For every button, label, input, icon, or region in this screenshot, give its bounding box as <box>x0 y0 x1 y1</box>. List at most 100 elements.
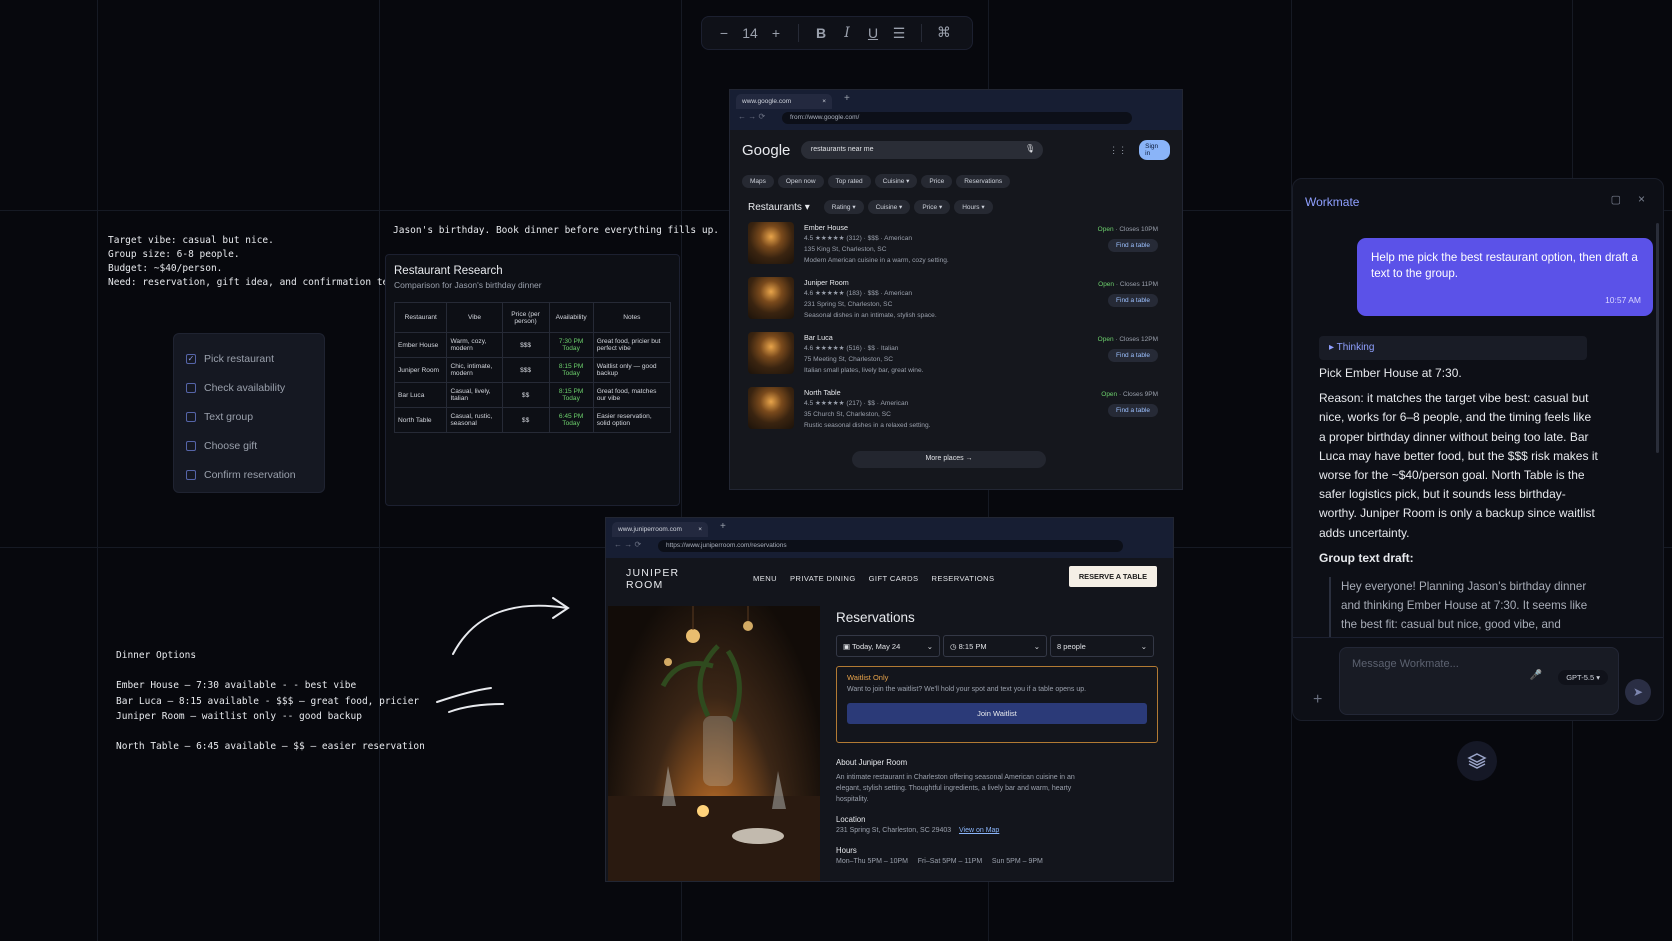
decrease-font-button[interactable]: − <box>712 25 736 41</box>
join-waitlist-button[interactable]: Join Waitlist <box>847 703 1147 724</box>
search-input[interactable]: restaurants near me 🎙 <box>800 141 1044 159</box>
todo-item[interactable]: Choose gift <box>186 431 312 460</box>
layers-icon[interactable] <box>1457 741 1497 781</box>
result-name[interactable]: Bar Luca <box>804 332 923 343</box>
voice-icon[interactable]: 🎤 <box>1530 670 1542 681</box>
filter-chip[interactable]: Hours ▾ <box>954 200 993 214</box>
todo-item[interactable]: Text group <box>186 402 312 431</box>
filter-chip[interactable]: Cuisine ▾ <box>867 200 911 214</box>
browser-tab[interactable]: www.juniperroom.com × <box>612 522 708 537</box>
send-icon[interactable]: ➤ <box>1625 679 1651 705</box>
filter-chip[interactable]: Price <box>921 175 953 188</box>
result-name[interactable]: Juniper Room <box>804 277 937 288</box>
new-tab-icon[interactable]: + <box>720 521 726 532</box>
bold-button[interactable]: B <box>809 25 833 41</box>
closing-time: · Closes 11PM <box>1114 281 1158 288</box>
browser-tab[interactable]: www.google.com × <box>736 94 832 109</box>
cell-restaurant: Juniper Room <box>393 357 448 383</box>
address-bar[interactable]: from://www.google.com/ <box>782 112 1132 124</box>
grid-line <box>97 0 98 941</box>
checkbox[interactable] <box>186 440 196 451</box>
cell-restaurant: Ember House <box>393 332 448 358</box>
view-on-map-link[interactable]: View on Map <box>959 827 999 834</box>
checkbox[interactable] <box>186 382 196 393</box>
header-note[interactable]: Jason's birthday. Book dinner before eve… <box>393 225 719 236</box>
about-text: An intimate restaurant in Charleston off… <box>836 774 1075 803</box>
close-tab-icon[interactable]: × <box>698 526 702 533</box>
answer-pick: Pick Ember House at 7:30. <box>1319 366 1462 380</box>
nav-arrows-icon[interactable]: ← → ⟳ <box>614 540 641 549</box>
italic-button[interactable]: I <box>835 25 859 41</box>
dinner-options-note[interactable]: Dinner Options Ember House — 7:30 availa… <box>116 648 425 754</box>
todo-item[interactable]: Confirm reservation <box>186 460 312 489</box>
restaurant-result[interactable]: Bar Luca 4.6 ★★★★★ (516) · $$ · Italian 75… <box>730 330 1182 385</box>
message-input[interactable]: Message Workmate... 🎤 GPT-5.5 ▾ <box>1339 647 1619 715</box>
todo-item[interactable]: Check availability <box>186 373 312 402</box>
close-tab-icon[interactable]: × <box>822 98 826 105</box>
todo-label: Text group <box>204 410 254 423</box>
find-table-button[interactable]: Find a table <box>1108 294 1158 307</box>
find-table-button[interactable]: Find a table <box>1108 404 1158 417</box>
find-table-button[interactable]: Find a table <box>1108 239 1158 252</box>
chat-icon[interactable]: ▢ <box>1611 193 1621 206</box>
new-tab-icon[interactable]: + <box>844 93 850 104</box>
filter-chip[interactable]: Rating ▾ <box>823 200 864 214</box>
cell-notes: Great food, matches our vibe <box>592 382 672 408</box>
scrollbar[interactable] <box>1656 223 1659 453</box>
command-button[interactable]: ⌘ <box>932 25 956 41</box>
more-places-button[interactable]: More places → <box>852 451 1046 468</box>
chevron-down-icon: ⌄ <box>926 642 933 651</box>
filter-chip[interactable]: Open now <box>777 175 824 188</box>
site-nav: MENU PRIVATE DINING GIFT CARDS RESERVATIONS <box>753 574 1008 583</box>
close-icon[interactable]: × <box>1638 192 1645 206</box>
nav-link-gift-cards[interactable]: GIFT CARDS <box>869 574 919 583</box>
open-status: Open <box>1101 391 1118 398</box>
time-select[interactable]: ◷ 8:15 PM ⌄ <box>943 635 1047 657</box>
mic-icon[interactable]: 🎙 <box>1025 144 1035 153</box>
result-meta: 4.5 ★★★★★ (217) · $$ · American <box>804 400 909 407</box>
group-text-draft: Hey everyone! Planning Jason's birthday … <box>1329 577 1605 637</box>
column-header: Notes <box>592 302 672 333</box>
cell-restaurant: North Table <box>393 407 448 433</box>
filter-chip[interactable]: Maps <box>742 175 774 188</box>
add-attachment-icon[interactable]: + <box>1313 691 1322 709</box>
model-selector[interactable]: GPT-5.5 ▾ <box>1558 670 1608 685</box>
thinking-toggle[interactable]: ▸ Thinking <box>1319 336 1587 360</box>
list-button[interactable]: ☰ <box>887 25 911 42</box>
nav-arrows-icon[interactable]: ← → ⟳ <box>738 112 765 121</box>
filter-chip[interactable]: Cuisine ▾ <box>874 174 918 188</box>
checkbox[interactable] <box>186 469 196 480</box>
todo-item[interactable]: ✓ Pick restaurant <box>186 344 312 373</box>
date-select[interactable]: ▣ Today, May 24 ⌄ <box>836 635 940 657</box>
restaurant-result[interactable]: Ember House 4.5 ★★★★★ (312) · $$$ · Ameri… <box>730 220 1182 275</box>
sign-in-button[interactable]: Sign in <box>1139 140 1170 160</box>
filter-chip[interactable]: Reservations <box>956 175 1011 188</box>
todo-label: Confirm reservation <box>204 468 296 481</box>
nav-link-menu[interactable]: MENU <box>753 574 777 583</box>
font-size-value[interactable]: 14 <box>738 25 762 41</box>
result-name[interactable]: Ember House <box>804 222 949 233</box>
address-bar[interactable]: https://www.juniperroom.com/reservations <box>658 540 1123 552</box>
nav-link-reservations[interactable]: RESERVATIONS <box>931 574 994 583</box>
brief-note[interactable]: Target vibe: casual but nice. Group size… <box>108 234 405 290</box>
reserve-table-button[interactable]: RESERVE A TABLE <box>1068 566 1157 587</box>
waitlist-box: Waitlist Only Want to join the waitlist?… <box>836 666 1158 743</box>
increase-font-button[interactable]: + <box>764 25 788 41</box>
checkbox-checked[interactable]: ✓ <box>186 353 196 364</box>
filter-chip[interactable]: Price ▾ <box>914 200 951 214</box>
find-table-button[interactable]: Find a table <box>1108 349 1158 362</box>
cell-time: 8:15 PM <box>558 388 584 395</box>
juniper-logo[interactable]: JUNIPER ROOM <box>626 567 679 591</box>
restaurant-result[interactable]: Juniper Room 4.6 ★★★★★ (183) · $$$ · Amer… <box>730 275 1182 330</box>
result-name[interactable]: North Table <box>804 387 930 398</box>
underline-button[interactable]: U <box>861 25 885 41</box>
apps-grid-icon[interactable]: ⋮⋮ <box>1109 145 1127 156</box>
filter-chip[interactable]: Top rated <box>827 175 871 188</box>
checkbox[interactable] <box>186 411 196 422</box>
party-size-select[interactable]: 8 people ⌄ <box>1050 635 1154 657</box>
restaurant-result[interactable]: North Table 4.5 ★★★★★ (217) · $$ · Americ… <box>730 385 1182 440</box>
table-row: Juniper Room Chic, intimate, modern $$$ … <box>393 357 672 383</box>
nav-link-private-dining[interactable]: PRIVATE DINING <box>790 574 856 583</box>
restaurants-heading[interactable]: Restaurants ▾ <box>748 202 810 213</box>
cell-vibe: Chic, intimate, modern <box>446 357 503 383</box>
